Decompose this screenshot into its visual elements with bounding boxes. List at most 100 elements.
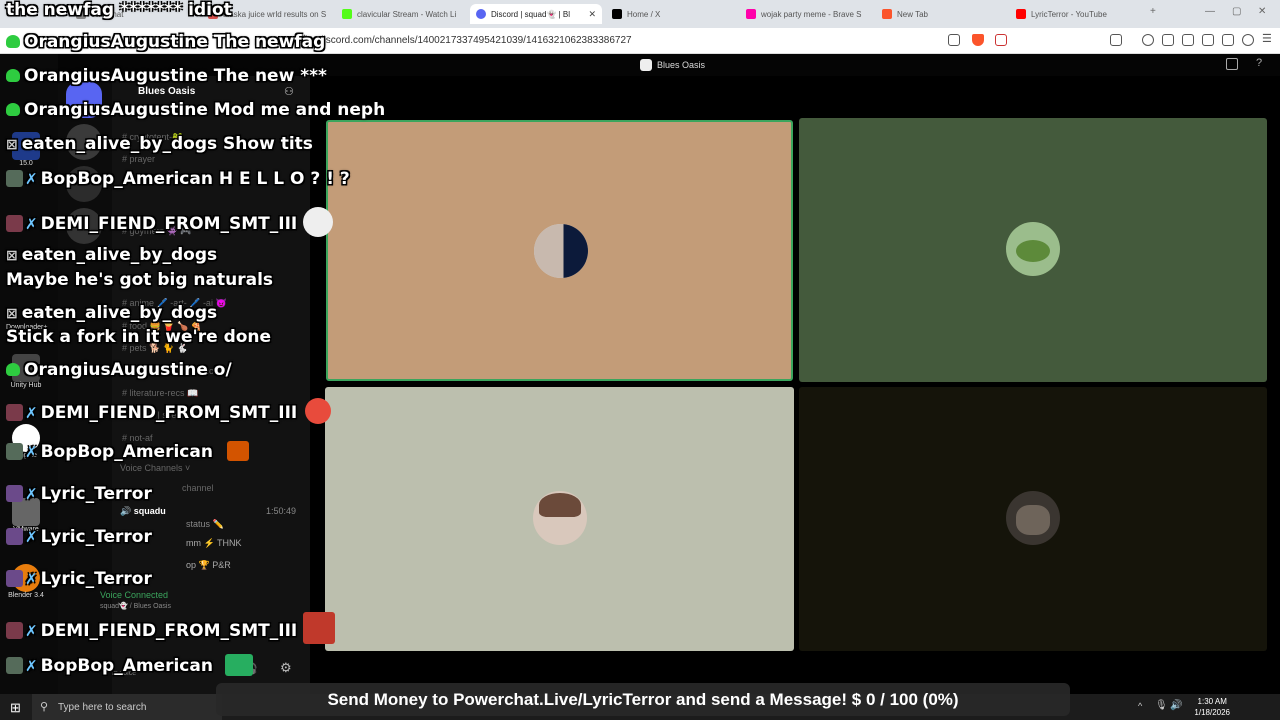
server-name[interactable]: Blues Oasis (138, 86, 195, 97)
voice-user: op 🏆 P&R (186, 560, 231, 570)
tab-label: LyricTerror - YouTube (1031, 9, 1107, 19)
menu-icon[interactable]: ☰ (1262, 32, 1274, 45)
chat-username: eaten_alive_by_dogs (21, 245, 218, 265)
voice-timer: 1:50:49 (266, 506, 297, 516)
chat-message: OrangiusAugustine The newfag (6, 32, 325, 52)
tray-chevron-icon[interactable]: ^ (1138, 701, 1142, 711)
chat-message: ✗ Lyric_Terror (6, 527, 152, 547)
desktop-icon-label: Blender 3.4 (8, 592, 44, 599)
voice-call-stage (310, 76, 1280, 694)
inbox-icon[interactable] (1226, 58, 1238, 70)
heart-badge-icon (6, 35, 20, 48)
microphone-icon[interactable]: 🎙 (1155, 700, 1168, 711)
voice-channels-header[interactable]: Voice Channels ˅ (120, 463, 190, 473)
desktop-icon-label: Unity Hub (10, 382, 42, 389)
clock-time: 1:30 AM (1197, 697, 1227, 706)
chat-username: DEMI_FIEND_FROM_SMT_III (40, 621, 298, 641)
browser-tab[interactable]: LyricTerror - YouTube (1010, 4, 1142, 24)
leo-icon[interactable] (1242, 34, 1254, 46)
channel-name: channel (182, 483, 214, 493)
chat-text: Stick a fork in it we're done (6, 327, 272, 347)
channel-name: literature-recs 📖 (129, 388, 199, 398)
browser-tab-active[interactable]: Discord | squad👻 | Bl ✕ (470, 4, 602, 24)
tab-label: wojak party meme - Brave S (761, 9, 862, 19)
browser-tab[interactable]: wojak party meme - Brave S (740, 4, 872, 24)
channel-name: prayer (129, 154, 156, 164)
chat-username: Lyric_Terror (40, 527, 152, 547)
chat-text: Mod me and neph (213, 100, 386, 120)
vpn-icon[interactable] (1222, 34, 1234, 46)
user-badge-icon (6, 215, 23, 232)
chat-text: The new *** (213, 66, 327, 86)
tab-label: New Tab (897, 9, 928, 19)
chat-message: ⊠ eaten_alive_by_dogs Show tits (6, 134, 313, 154)
chat-message: ✗ DEMI_FIEND_FROM_SMT_III (6, 612, 337, 644)
tab-favicon-icon (342, 9, 352, 19)
chat-username: OrangiusAugustine (24, 100, 208, 120)
participant-tile[interactable] (799, 387, 1267, 651)
user-badge-icon (6, 170, 23, 187)
minimize-icon[interactable]: — (1205, 6, 1215, 17)
chat-message: ✗ DEMI_FIEND_FROM_SMT_III (6, 207, 335, 237)
browser-tab[interactable]: clavicular Stream - Watch Li (336, 4, 468, 24)
browser-tab[interactable]: Home / X (606, 4, 738, 24)
rewards-icon[interactable] (995, 34, 1007, 46)
chat-username: OrangiusAugustine (24, 360, 208, 380)
donation-banner: Send Money to Powerchat.Live/LyricTerror… (216, 683, 1070, 716)
voice-channel-item[interactable]: channel (182, 483, 214, 493)
sidebar-icon[interactable] (1182, 34, 1194, 46)
chat-username: Lyric_Terror (40, 484, 152, 504)
tab-favicon-icon (1016, 9, 1026, 19)
channel-name: squadu (133, 506, 166, 516)
user-badge-icon (6, 528, 23, 545)
url-field[interactable]: discord.com/channels/1400217337495421039… (318, 35, 632, 46)
browser-tab[interactable]: New Tab (876, 4, 1008, 24)
add-friend-icon[interactable]: ⚇ (284, 85, 294, 98)
server-icon (640, 59, 652, 71)
windows-start-icon[interactable]: ⊞ (10, 700, 21, 716)
extension-icon[interactable] (1142, 34, 1154, 46)
window-title: Blues Oasis (657, 60, 706, 70)
chat-text: o/ (213, 360, 232, 380)
extension-icon[interactable] (1162, 34, 1174, 46)
tab-label: Discord | squad👻 | Bl (491, 9, 571, 19)
wallet-icon[interactable] (1202, 34, 1214, 46)
participant-tile[interactable] (326, 120, 793, 381)
user-badge-icon (6, 404, 23, 421)
close-window-icon[interactable]: ✕ (1258, 6, 1266, 17)
participant-avatar (1006, 222, 1060, 276)
close-tab-icon[interactable]: ✕ (588, 9, 596, 20)
controller-badge-icon: ⊠ (6, 248, 18, 264)
help-icon[interactable]: ? (1256, 57, 1262, 69)
channel-item[interactable]: # prayer (122, 154, 155, 164)
emote-icon (224, 654, 253, 676)
chat-message: ✗ Lyric_Terror (6, 569, 152, 589)
participant-tile[interactable] (325, 387, 794, 651)
chat-username: eaten_alive_by_dogs (21, 303, 218, 323)
chat-text: Show tits (223, 134, 313, 154)
brave-shield-icon[interactable] (972, 34, 984, 46)
maximize-icon[interactable]: ▢ (1232, 6, 1241, 17)
taskbar-search[interactable]: ⚲ Type here to search (32, 694, 222, 720)
user-badge-icon (6, 622, 23, 639)
share-icon[interactable] (948, 34, 960, 46)
sword-badge-icon: ✗ (25, 622, 38, 640)
settings-gear-icon[interactable]: ⚙ (280, 660, 292, 676)
emote-icon (303, 207, 334, 237)
chat-message: OrangiusAugustine The new *** (6, 66, 327, 86)
heart-badge-icon (6, 363, 20, 376)
chat-username: BopBop_American (40, 656, 213, 676)
tab-favicon-icon (612, 9, 622, 19)
sword-badge-icon: ✗ (25, 170, 38, 188)
sword-badge-icon: ✗ (25, 570, 38, 588)
user-badge-icon (6, 443, 23, 460)
user-badge-icon (6, 657, 23, 674)
new-tab-icon[interactable]: + (1150, 6, 1156, 17)
participant-tile[interactable] (799, 118, 1267, 382)
chat-message: ✗ Lyric_Terror (6, 484, 152, 504)
voice-channel-active[interactable]: 🔊 squadu (120, 506, 166, 517)
user-badge-icon (6, 485, 23, 502)
tab-search-icon[interactable] (1110, 34, 1122, 46)
taskbar-clock[interactable]: 1:30 AM 1/18/2026 (1194, 696, 1230, 718)
volume-icon[interactable]: 🔊 (1170, 700, 1182, 711)
